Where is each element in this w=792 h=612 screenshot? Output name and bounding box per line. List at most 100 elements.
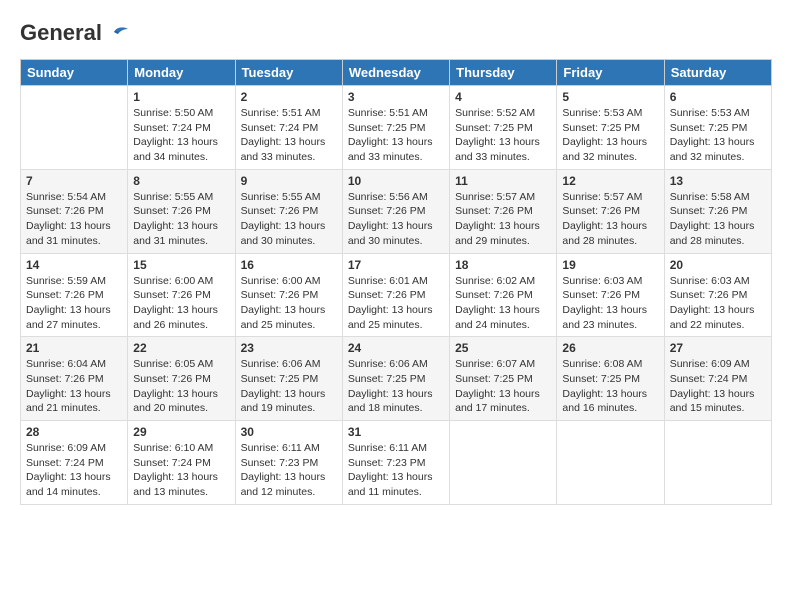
weekday-header-wednesday: Wednesday [342,60,449,86]
week-row-2: 7Sunrise: 5:54 AM Sunset: 7:26 PM Daylig… [21,169,772,253]
calendar-cell: 29 Sunrise: 6:10 AM Sunset: 7:24 PM Dayli… [128,421,235,505]
day-number: 17 [348,258,444,272]
day-number: 4 [455,90,551,104]
calendar-cell: 30Sunrise: 6:11 AM Sunset: 7:23 PM Dayli… [235,421,342,505]
day-number: 24 [348,341,444,355]
day-number: 12 [562,174,658,188]
day-number: 26 [562,341,658,355]
day-number: 1 [133,90,229,104]
week-row-4: 21 Sunrise: 6:04 AM Sunset: 7:26 PM Dayli… [21,337,772,421]
day-info: Sunrise: 6:11 AM Sunset: 7:23 PM Dayligh… [348,441,444,500]
calendar-cell [664,421,771,505]
calendar-cell: 25 Sunrise: 6:07 AM Sunset: 7:25 PM Dayli… [450,337,557,421]
calendar-cell: 2 Sunrise: 5:51 AM Sunset: 7:24 PM Daylig… [235,86,342,170]
weekday-header-saturday: Saturday [664,60,771,86]
day-number: 25 [455,341,551,355]
calendar-cell: 27Sunrise: 6:09 AM Sunset: 7:24 PM Dayli… [664,337,771,421]
calendar-cell [21,86,128,170]
day-info: Sunrise: 5:56 AM Sunset: 7:26 PM Dayligh… [348,190,444,249]
calendar-cell: 9 Sunrise: 5:55 AM Sunset: 7:26 PM Daylig… [235,169,342,253]
calendar-cell: 11 Sunrise: 5:57 AM Sunset: 7:26 PM Dayli… [450,169,557,253]
day-number: 15 [133,258,229,272]
day-number: 9 [241,174,337,188]
calendar-table: SundayMondayTuesdayWednesdayThursdayFrid… [20,59,772,505]
week-row-3: 14 Sunrise: 5:59 AM Sunset: 7:26 PM Dayli… [21,253,772,337]
day-number: 27 [670,341,766,355]
weekday-header-monday: Monday [128,60,235,86]
day-number: 7 [26,174,122,188]
calendar-cell [450,421,557,505]
day-info: Sunrise: 6:04 AM Sunset: 7:26 PM Dayligh… [26,357,122,416]
day-number: 31 [348,425,444,439]
weekday-header-sunday: Sunday [21,60,128,86]
calendar-cell: 26Sunrise: 6:08 AM Sunset: 7:25 PM Dayli… [557,337,664,421]
day-info: Sunrise: 5:55 AM Sunset: 7:26 PM Dayligh… [241,190,337,249]
page-header: General [20,20,772,49]
day-info: Sunrise: 6:07 AM Sunset: 7:25 PM Dayligh… [455,357,551,416]
day-info: Sunrise: 6:02 AM Sunset: 7:26 PM Dayligh… [455,274,551,333]
day-info: Sunrise: 6:00 AM Sunset: 7:26 PM Dayligh… [133,274,229,333]
day-number: 23 [241,341,337,355]
day-number: 29 [133,425,229,439]
calendar-cell: 15 Sunrise: 6:00 AM Sunset: 7:26 PM Dayli… [128,253,235,337]
week-row-1: 1 Sunrise: 5:50 AM Sunset: 7:24 PM Daylig… [21,86,772,170]
calendar-cell: 1 Sunrise: 5:50 AM Sunset: 7:24 PM Daylig… [128,86,235,170]
calendar-cell: 24 Sunrise: 6:06 AM Sunset: 7:25 PM Dayli… [342,337,449,421]
calendar-cell: 5 Sunrise: 5:53 AM Sunset: 7:25 PM Daylig… [557,86,664,170]
weekday-header-thursday: Thursday [450,60,557,86]
day-number: 28 [26,425,122,439]
calendar-cell: 10 Sunrise: 5:56 AM Sunset: 7:26 PM Dayli… [342,169,449,253]
calendar-cell: 22 Sunrise: 6:05 AM Sunset: 7:26 PM Dayli… [128,337,235,421]
weekday-header-row: SundayMondayTuesdayWednesdayThursdayFrid… [21,60,772,86]
day-number: 3 [348,90,444,104]
day-number: 13 [670,174,766,188]
calendar-cell: 28 Sunrise: 6:09 AM Sunset: 7:24 PM Dayli… [21,421,128,505]
calendar-cell: 12 Sunrise: 5:57 AM Sunset: 7:26 PM Dayli… [557,169,664,253]
day-info: Sunrise: 5:58 AM Sunset: 7:26 PM Dayligh… [670,190,766,249]
calendar-cell: 31 Sunrise: 6:11 AM Sunset: 7:23 PM Dayli… [342,421,449,505]
calendar-cell: 4 Sunrise: 5:52 AM Sunset: 7:25 PM Daylig… [450,86,557,170]
day-info: Sunrise: 6:00 AM Sunset: 7:26 PM Dayligh… [241,274,337,333]
day-info: Sunrise: 5:57 AM Sunset: 7:26 PM Dayligh… [562,190,658,249]
calendar-cell: 23 Sunrise: 6:06 AM Sunset: 7:25 PM Dayli… [235,337,342,421]
day-info: Sunrise: 6:01 AM Sunset: 7:26 PM Dayligh… [348,274,444,333]
day-number: 16 [241,258,337,272]
calendar-cell: 20Sunrise: 6:03 AM Sunset: 7:26 PM Dayli… [664,253,771,337]
day-info: Sunrise: 6:09 AM Sunset: 7:24 PM Dayligh… [26,441,122,500]
day-number: 10 [348,174,444,188]
logo: General [20,20,128,49]
day-info: Sunrise: 5:59 AM Sunset: 7:26 PM Dayligh… [26,274,122,333]
day-number: 22 [133,341,229,355]
day-info: Sunrise: 6:03 AM Sunset: 7:26 PM Dayligh… [562,274,658,333]
calendar-cell: 18 Sunrise: 6:02 AM Sunset: 7:26 PM Dayli… [450,253,557,337]
calendar-cell: 21 Sunrise: 6:04 AM Sunset: 7:26 PM Dayli… [21,337,128,421]
day-info: Sunrise: 5:53 AM Sunset: 7:25 PM Dayligh… [562,106,658,165]
day-number: 30 [241,425,337,439]
day-number: 18 [455,258,551,272]
day-number: 2 [241,90,337,104]
day-number: 21 [26,341,122,355]
day-info: Sunrise: 5:51 AM Sunset: 7:25 PM Dayligh… [348,106,444,165]
day-info: Sunrise: 5:50 AM Sunset: 7:24 PM Dayligh… [133,106,229,165]
calendar-cell: 16 Sunrise: 6:00 AM Sunset: 7:26 PM Dayli… [235,253,342,337]
calendar-cell: 17 Sunrise: 6:01 AM Sunset: 7:26 PM Dayli… [342,253,449,337]
calendar-cell [557,421,664,505]
day-info: Sunrise: 5:51 AM Sunset: 7:24 PM Dayligh… [241,106,337,165]
day-number: 5 [562,90,658,104]
day-info: Sunrise: 6:10 AM Sunset: 7:24 PM Dayligh… [133,441,229,500]
calendar-cell: 13 Sunrise: 5:58 AM Sunset: 7:26 PM Dayli… [664,169,771,253]
calendar-cell: 7Sunrise: 5:54 AM Sunset: 7:26 PM Daylig… [21,169,128,253]
logo-general-text: General [20,20,102,46]
day-info: Sunrise: 6:06 AM Sunset: 7:25 PM Dayligh… [241,357,337,416]
day-info: Sunrise: 5:57 AM Sunset: 7:26 PM Dayligh… [455,190,551,249]
day-info: Sunrise: 6:06 AM Sunset: 7:25 PM Dayligh… [348,357,444,416]
day-number: 8 [133,174,229,188]
day-info: Sunrise: 5:52 AM Sunset: 7:25 PM Dayligh… [455,106,551,165]
logo-bird-icon [106,24,128,42]
calendar-cell: 14 Sunrise: 5:59 AM Sunset: 7:26 PM Dayli… [21,253,128,337]
weekday-header-tuesday: Tuesday [235,60,342,86]
day-info: Sunrise: 6:05 AM Sunset: 7:26 PM Dayligh… [133,357,229,416]
day-number: 11 [455,174,551,188]
day-number: 6 [670,90,766,104]
day-number: 14 [26,258,122,272]
